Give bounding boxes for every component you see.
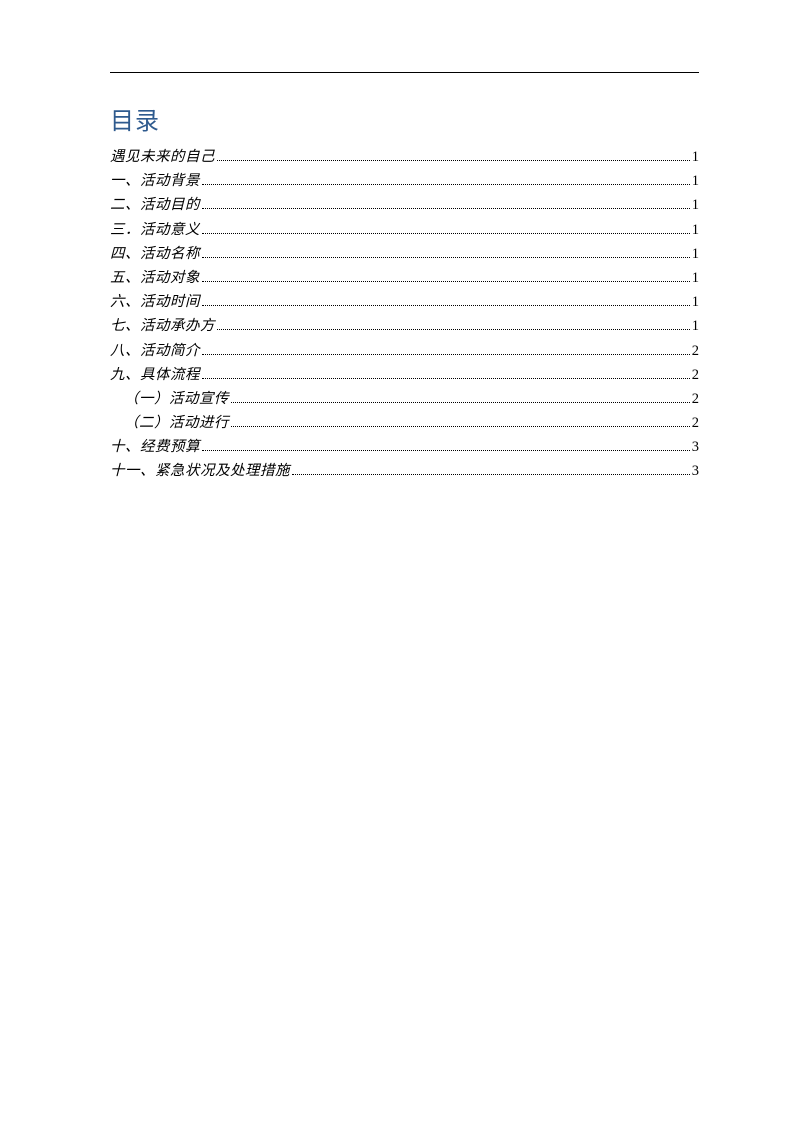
toc-title: 目录 bbox=[110, 101, 699, 136]
header-rule bbox=[110, 72, 699, 73]
toc-leader-dots bbox=[217, 329, 690, 330]
toc-entry-label: 遇见未来的自己 bbox=[110, 146, 215, 169]
toc-entry: 八、活动简介 2 bbox=[110, 340, 699, 363]
toc-entry: 六、活动时间 1 bbox=[110, 291, 699, 314]
toc-leader-dots bbox=[292, 474, 690, 475]
toc-entry-page: 1 bbox=[692, 194, 699, 217]
toc-leader-dots bbox=[202, 450, 690, 451]
toc-entry-label: （一）活动宣传 bbox=[124, 388, 229, 411]
toc-entry-label: 一、活动背景 bbox=[110, 170, 200, 193]
toc-leader-dots bbox=[202, 208, 690, 209]
toc-entry-page: 2 bbox=[692, 340, 699, 363]
toc-entry: 十、经费预算 3 bbox=[110, 436, 699, 459]
toc-entry-label: 八、活动简介 bbox=[110, 340, 200, 363]
toc-entry-label: （二）活动进行 bbox=[124, 412, 229, 435]
toc-entry-label: 九、具体流程 bbox=[110, 364, 200, 387]
toc-entry-page: 2 bbox=[692, 412, 699, 435]
document-page: 目录 遇见未来的自己1一、活动背景1二、活动目的1三．活动意义1四、活动名称1五… bbox=[0, 0, 794, 565]
toc-entry-label: 十一、紧急状况及处理措施 bbox=[110, 460, 290, 483]
toc-leader-dots bbox=[202, 281, 690, 282]
toc-entry: 遇见未来的自己 1 bbox=[110, 146, 699, 169]
toc-entry: 四、活动名称 1 bbox=[110, 243, 699, 266]
toc-entry-page: 2 bbox=[692, 388, 699, 411]
toc-entry-page: 1 bbox=[692, 146, 699, 169]
toc-entry-label: 三．活动意义 bbox=[110, 219, 200, 242]
toc-entry-label: 二、活动目的 bbox=[110, 194, 200, 217]
toc-leader-dots bbox=[202, 354, 690, 355]
toc-entry-page: 1 bbox=[692, 219, 699, 242]
toc-entry-label: 六、活动时间 bbox=[110, 291, 200, 314]
toc-entry: 二、活动目的 1 bbox=[110, 194, 699, 217]
toc-entry-page: 3 bbox=[692, 460, 699, 483]
toc-leader-dots bbox=[202, 184, 690, 185]
toc-leader-dots bbox=[202, 305, 690, 306]
toc-entry-page: 1 bbox=[692, 291, 699, 314]
toc-entry-page: 2 bbox=[692, 364, 699, 387]
toc-entry: 一、活动背景 1 bbox=[110, 170, 699, 193]
toc-entry-page: 1 bbox=[692, 243, 699, 266]
toc-entry-page: 1 bbox=[692, 267, 699, 290]
toc-leader-dots bbox=[202, 257, 690, 258]
toc-leader-dots bbox=[231, 426, 690, 427]
toc-entry-page: 1 bbox=[692, 170, 699, 193]
toc-entry: 十一、紧急状况及处理措施 3 bbox=[110, 460, 699, 483]
toc-entry: （一）活动宣传 2 bbox=[110, 388, 699, 411]
toc-entry: 七、活动承办方 1 bbox=[110, 315, 699, 338]
toc-leader-dots bbox=[202, 233, 690, 234]
toc-entry-label: 七、活动承办方 bbox=[110, 315, 215, 338]
toc-entry: 三．活动意义 1 bbox=[110, 219, 699, 242]
toc-entry-label: 十、经费预算 bbox=[110, 436, 200, 459]
toc-entry: 九、具体流程 2 bbox=[110, 364, 699, 387]
toc-list: 遇见未来的自己1一、活动背景1二、活动目的1三．活动意义1四、活动名称1五、活动… bbox=[110, 146, 699, 484]
toc-entry: （二）活动进行 2 bbox=[110, 412, 699, 435]
toc-entry-label: 四、活动名称 bbox=[110, 243, 200, 266]
toc-entry-page: 1 bbox=[692, 315, 699, 338]
toc-entry: 五、活动对象 1 bbox=[110, 267, 699, 290]
toc-leader-dots bbox=[231, 402, 690, 403]
toc-entry-page: 3 bbox=[692, 436, 699, 459]
toc-entry-label: 五、活动对象 bbox=[110, 267, 200, 290]
toc-leader-dots bbox=[202, 378, 690, 379]
toc-leader-dots bbox=[217, 160, 690, 161]
